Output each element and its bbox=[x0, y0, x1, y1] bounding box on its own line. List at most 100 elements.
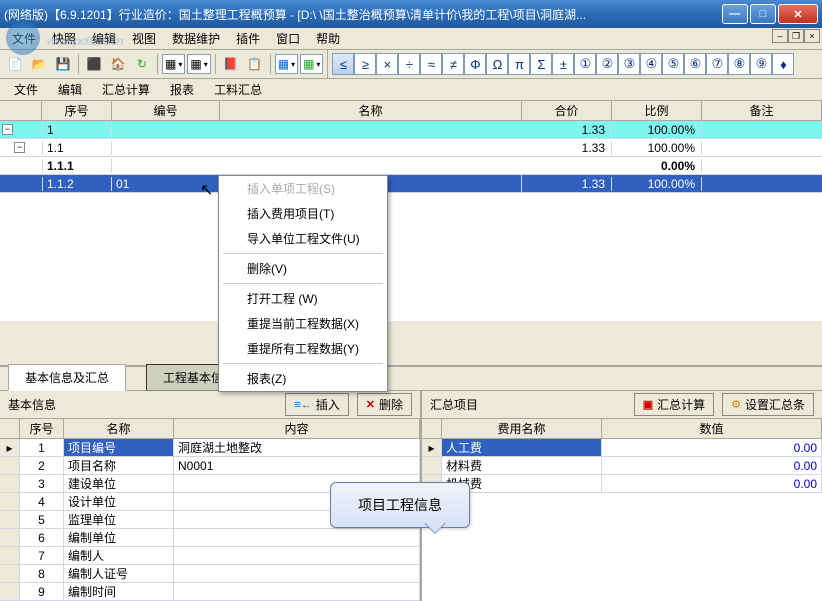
basic-info-title: 基本信息 bbox=[8, 396, 56, 413]
mdi-restore-button[interactable]: ❐ bbox=[788, 29, 804, 43]
right-col-val[interactable]: 数值 bbox=[602, 419, 822, 438]
symbol-⑨[interactable]: ⑨ bbox=[750, 53, 772, 75]
symbol-Σ[interactable]: Σ bbox=[530, 53, 552, 75]
menu-文件[interactable]: 文件 bbox=[4, 28, 44, 49]
info-row[interactable]: 8编制人证号 bbox=[0, 565, 420, 583]
ctx-报表(Z)[interactable]: 报表(Z) bbox=[219, 366, 387, 391]
info-row[interactable]: ▸1项目编号洞庭湖土地整改 bbox=[0, 439, 420, 457]
submenu-文件[interactable]: 文件 bbox=[4, 79, 48, 100]
info-row[interactable]: 7编制人 bbox=[0, 547, 420, 565]
right-col-name[interactable]: 费用名称 bbox=[442, 419, 602, 438]
calc-summary-button[interactable]: ▣汇总计算 bbox=[634, 393, 714, 416]
menu-视图[interactable]: 视图 bbox=[124, 28, 164, 49]
symbol-±[interactable]: ± bbox=[552, 53, 574, 75]
combo-1[interactable]: ▦▾ bbox=[162, 54, 185, 74]
callout-tooltip: 项目工程信息 bbox=[330, 482, 470, 528]
submenu-编辑[interactable]: 编辑 bbox=[48, 79, 92, 100]
tree-row[interactable]: −11.33100.00% bbox=[0, 121, 822, 139]
tree-row[interactable]: 1.1.10.00% bbox=[0, 157, 822, 175]
submenu-汇总计算[interactable]: 汇总计算 bbox=[92, 79, 160, 100]
mdi-min-button[interactable]: – bbox=[772, 29, 788, 43]
col-seq[interactable]: 序号 bbox=[42, 101, 112, 120]
col-ratio[interactable]: 比例 bbox=[612, 101, 702, 120]
fee-row[interactable]: 机械费0.00 bbox=[422, 475, 822, 493]
menu-快照[interactable]: 快照 bbox=[44, 28, 84, 49]
symbol-≠[interactable]: ≠ bbox=[442, 53, 464, 75]
symbol-⑧[interactable]: ⑧ bbox=[728, 53, 750, 75]
tab-row: 基本信息及汇总工程基本信息工程费用 bbox=[0, 367, 822, 391]
summary-title: 汇总项目 bbox=[430, 396, 478, 413]
doc-icon[interactable]: 📋 bbox=[244, 53, 266, 75]
ctx-删除(V)[interactable]: 删除(V) bbox=[219, 256, 387, 281]
mdi-close-button[interactable]: × bbox=[804, 29, 820, 43]
title-bar: (网络版)【6.9.1201】行业造价：国土整理工程概预算 - [D:\ \国土… bbox=[0, 0, 822, 28]
delete-button[interactable]: ✕删除 bbox=[357, 393, 412, 416]
symbol-≤[interactable]: ≤ bbox=[332, 53, 354, 75]
tree-row[interactable]: −1.11.33100.00% bbox=[0, 139, 822, 157]
submenu-工料汇总[interactable]: 工料汇总 bbox=[204, 79, 272, 100]
open-icon[interactable]: 📂 bbox=[28, 53, 50, 75]
maximize-button[interactable]: □ bbox=[750, 4, 776, 24]
info-row[interactable]: 6编制单位 bbox=[0, 529, 420, 547]
symbol-≥[interactable]: ≥ bbox=[354, 53, 376, 75]
symbol-Φ[interactable]: Φ bbox=[464, 53, 486, 75]
minimize-button[interactable]: — bbox=[722, 4, 748, 24]
submenu-报表[interactable]: 报表 bbox=[160, 79, 204, 100]
info-row[interactable]: 2项目名称N0001 bbox=[0, 457, 420, 475]
symbol-÷[interactable]: ÷ bbox=[398, 53, 420, 75]
close-button[interactable]: ✕ bbox=[778, 4, 818, 24]
refresh-icon[interactable]: ↻ bbox=[131, 53, 153, 75]
window-title: (网络版)【6.9.1201】行业造价：国土整理工程概预算 - [D:\ \国土… bbox=[4, 6, 722, 23]
tree-toggle-icon[interactable]: − bbox=[14, 142, 25, 153]
set-summary-button[interactable]: ⚙设置汇总条 bbox=[722, 393, 814, 416]
new-icon[interactable]: 📄 bbox=[4, 53, 26, 75]
col-total[interactable]: 合价 bbox=[522, 101, 612, 120]
symbol-≈[interactable]: ≈ bbox=[420, 53, 442, 75]
symbol-⑦[interactable]: ⑦ bbox=[706, 53, 728, 75]
symbol-π[interactable]: π bbox=[508, 53, 530, 75]
col-tree bbox=[0, 101, 42, 120]
sub-menu-bar: 文件编辑汇总计算报表工料汇总 bbox=[0, 79, 822, 101]
info-row[interactable]: 9编制时间 bbox=[0, 583, 420, 601]
menu-数据维护[interactable]: 数据维护 bbox=[164, 28, 228, 49]
symbol-⑥[interactable]: ⑥ bbox=[684, 53, 706, 75]
home-icon[interactable]: 🏠 bbox=[107, 53, 129, 75]
menu-窗口[interactable]: 窗口 bbox=[268, 28, 308, 49]
insert-button[interactable]: ≡←插入 bbox=[285, 393, 348, 416]
left-col-seq[interactable]: 序号 bbox=[20, 419, 64, 438]
tree-icon[interactable]: ⬛ bbox=[83, 53, 105, 75]
ctx-重提当前工程数据(X)[interactable]: 重提当前工程数据(X) bbox=[219, 311, 387, 336]
menu-帮助[interactable]: 帮助 bbox=[308, 28, 348, 49]
symbol-×[interactable]: × bbox=[376, 53, 398, 75]
project-tree-grid[interactable]: 序号 编号 名称 合价 比例 备注 −11.33100.00%−1.11.331… bbox=[0, 101, 822, 321]
combo-2[interactable]: ▦▾ bbox=[187, 54, 210, 74]
left-col-content[interactable]: 内容 bbox=[174, 419, 420, 438]
ctx-打开工程 (W)[interactable]: 打开工程 (W) bbox=[219, 286, 387, 311]
col-code[interactable]: 编号 bbox=[112, 101, 220, 120]
save-icon[interactable]: 💾 bbox=[52, 53, 74, 75]
tab-基本信息及汇总[interactable]: 基本信息及汇总 bbox=[8, 364, 126, 391]
menu-编辑[interactable]: 编辑 bbox=[84, 28, 124, 49]
col-note[interactable]: 备注 bbox=[702, 101, 822, 120]
menu-插件[interactable]: 插件 bbox=[228, 28, 268, 49]
fee-row[interactable]: 材料费0.00 bbox=[422, 457, 822, 475]
ctx-重提所有工程数据(Y)[interactable]: 重提所有工程数据(Y) bbox=[219, 336, 387, 361]
combo-3[interactable]: ▦▾ bbox=[275, 54, 298, 74]
ctx-插入费用项目(T)[interactable]: 插入费用项目(T) bbox=[219, 201, 387, 226]
symbol-⑤[interactable]: ⑤ bbox=[662, 53, 684, 75]
symbol-Ω[interactable]: Ω bbox=[486, 53, 508, 75]
book-icon[interactable]: 📕 bbox=[220, 53, 242, 75]
ctx-导入单位工程文件(U)[interactable]: 导入单位工程文件(U) bbox=[219, 226, 387, 251]
ctx-插入单项工程(S): 插入单项工程(S) bbox=[219, 176, 387, 201]
symbol-①[interactable]: ① bbox=[574, 53, 596, 75]
combo-4[interactable]: ▦▾ bbox=[300, 54, 323, 74]
col-name[interactable]: 名称 bbox=[220, 101, 522, 120]
symbol-②[interactable]: ② bbox=[596, 53, 618, 75]
symbol-③[interactable]: ③ bbox=[618, 53, 640, 75]
tree-row[interactable]: 1.1.201湖南农村耕地整改工程1.33100.00% bbox=[0, 175, 822, 193]
tree-toggle-icon[interactable]: − bbox=[2, 124, 13, 135]
left-col-name[interactable]: 名称 bbox=[64, 419, 174, 438]
symbol-♦[interactable]: ♦ bbox=[772, 53, 794, 75]
symbol-④[interactable]: ④ bbox=[640, 53, 662, 75]
fee-row[interactable]: ▸人工费0.00 bbox=[422, 439, 822, 457]
